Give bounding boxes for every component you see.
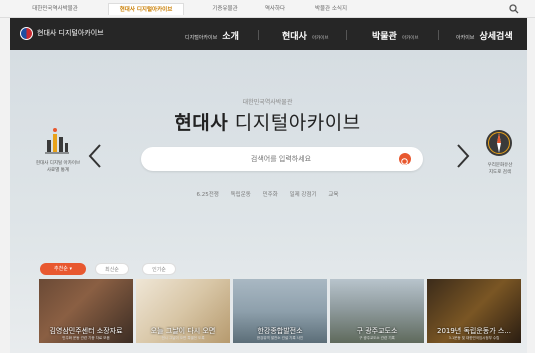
main-nav: 현대사 디지털아카이브 디지털아카이브 소개 현대사 아카이브 박물관 아카이브… bbox=[10, 18, 527, 50]
nav-divider bbox=[346, 30, 347, 40]
keyword-link[interactable]: 일제 강점기 bbox=[290, 192, 317, 198]
search-button[interactable] bbox=[399, 153, 411, 166]
archive-card[interactable]: 김영삼민주센터 소장자료 민주화 운동 관련 기증 자료 모음 bbox=[39, 279, 133, 343]
map-label-top: 우리문화유산 bbox=[487, 163, 513, 168]
hero-title-rest: 디지털아카이브 bbox=[228, 112, 361, 134]
filter-recommended[interactable]: 추천순 ▾ bbox=[40, 263, 86, 275]
card-description: 3.1운동 및 대한민국임시정부 수립 bbox=[448, 336, 500, 340]
compass-icon[interactable] bbox=[484, 128, 514, 158]
nav-intro[interactable]: 디지털아카이브 소개 bbox=[185, 27, 239, 45]
tab-newsletter[interactable]: 박물관 소식지 bbox=[300, 3, 362, 15]
archive-card[interactable]: 구 광주교도소 구 광주교도소 관련 기록 bbox=[330, 279, 424, 343]
site-logo-text[interactable]: 현대사 디지털아카이브 bbox=[37, 27, 104, 40]
tab-donation[interactable]: 기증유물관 bbox=[200, 3, 250, 15]
nav-divider bbox=[438, 30, 439, 40]
archive-card[interactable]: 한강종합발전소 한강유역 발전소 건설 기록 사진 bbox=[233, 279, 327, 343]
card-description: 한강유역 발전소 건설 기록 사진 bbox=[256, 336, 304, 340]
stats-label-bottom: 사료별 통계 bbox=[46, 168, 70, 173]
nav-museum[interactable]: 박물관 아카이브 bbox=[372, 27, 419, 45]
page-left-margin bbox=[0, 18, 10, 353]
tab-history[interactable]: 역사하다 bbox=[250, 3, 300, 15]
card-title: 김영삼민주센터 소장자료 bbox=[49, 327, 123, 335]
card-description: 민주화 운동 관련 기증 자료 모음 bbox=[62, 336, 110, 340]
nav-intro-label: 소개 bbox=[222, 32, 239, 42]
nav-advanced-search-label: 상세검색 bbox=[479, 32, 513, 42]
search-input[interactable] bbox=[181, 153, 381, 165]
hero-title: 현대사 디지털아카이브 bbox=[0, 108, 535, 135]
search-bar bbox=[141, 147, 423, 171]
taegeuk-logo-icon[interactable] bbox=[20, 27, 33, 40]
filter-latest[interactable]: 최신순 bbox=[95, 263, 129, 275]
keyword-link[interactable]: 독립운동 bbox=[231, 192, 251, 198]
card-title: 2019년 독립운동가 스... bbox=[436, 327, 512, 335]
hero-title-bold: 현대사 bbox=[174, 112, 229, 134]
nav-modern-history-sub: 아카이브 bbox=[311, 36, 329, 41]
nav-advanced-search[interactable]: 아카이브 상세검색 bbox=[456, 27, 513, 45]
hero-subtitle: 대한민국역사박물관 bbox=[242, 99, 293, 106]
keyword-link[interactable]: 6.25전쟁 bbox=[197, 192, 219, 198]
card-title: 한강종합발전소 bbox=[257, 327, 303, 335]
nav-modern-history-label: 현대사 bbox=[282, 32, 307, 42]
card-title: 구 광주교도소 bbox=[356, 327, 398, 335]
tab-museum[interactable]: 대한민국역사박물관 bbox=[24, 3, 86, 15]
magnifier-icon bbox=[401, 158, 409, 166]
nav-advanced-search-prefix: 아카이브 bbox=[456, 35, 475, 41]
keyword-link[interactable]: 교육 bbox=[328, 192, 338, 198]
nav-divider bbox=[258, 30, 259, 40]
archive-card[interactable]: 오늘 그날이 다시 오면 전시 그날이 오면 특별전 도록 bbox=[136, 279, 230, 343]
stats-label-top: 현대사 디지털 아카이브 bbox=[35, 161, 81, 166]
tab-digital-archive[interactable]: 현대사 디지털아카이브 bbox=[108, 3, 184, 15]
nav-modern-history[interactable]: 현대사 아카이브 bbox=[282, 27, 329, 45]
card-description: 전시 그날이 오면 특별전 도록 bbox=[161, 336, 205, 340]
filter-popular[interactable]: 인기순 bbox=[142, 263, 176, 275]
nav-museum-sub: 아카이브 bbox=[401, 36, 419, 41]
archive-card[interactable]: 2019년 독립운동가 스... 3.1운동 및 대한민국임시정부 수립 bbox=[427, 279, 521, 343]
chevron-down-icon: ▾ bbox=[69, 266, 72, 272]
chevron-left-icon[interactable] bbox=[88, 143, 102, 169]
map-label-bottom: 지도로 검색 bbox=[488, 170, 512, 175]
filter-recommended-label: 추천순 bbox=[54, 266, 68, 272]
nav-museum-label: 박물관 bbox=[372, 32, 397, 42]
chevron-right-icon[interactable] bbox=[456, 143, 470, 169]
site-tab-bar: 대한민국역사박물관 현대사 디지털아카이브 기증유물관 역사하다 박물관 소식지 bbox=[0, 0, 535, 18]
card-description: 구 광주교도소 관련 기록 bbox=[359, 336, 395, 340]
search-icon[interactable] bbox=[509, 4, 519, 14]
nav-intro-prefix: 디지털아카이브 bbox=[185, 35, 218, 41]
card-title: 오늘 그날이 다시 오면 bbox=[150, 327, 216, 335]
page-right-margin bbox=[527, 18, 535, 353]
keyword-link[interactable]: 민주화 bbox=[263, 192, 278, 198]
popular-keywords: 6.25전쟁 독립운동 민주화 일제 강점기 교육 bbox=[0, 190, 535, 198]
